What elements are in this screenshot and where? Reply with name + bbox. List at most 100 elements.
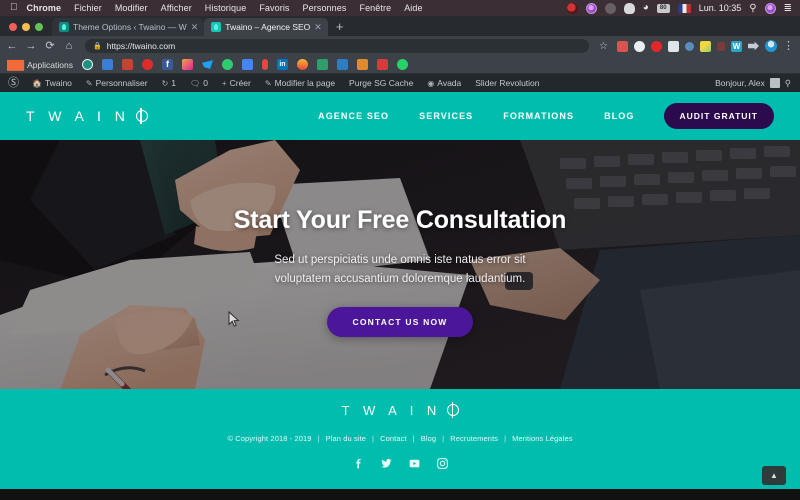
instagram-bookmark-icon[interactable] [181,59,193,70]
browser-tab-twaino[interactable]: Twaino – Agence SEO ✕ [204,18,328,36]
wpbar-item-avada[interactable]: ◉ Avada [420,78,468,88]
forward-icon[interactable]: → [25,40,37,52]
bookmark-applications[interactable]: ███ Applications [7,60,73,70]
separator: | [317,434,320,443]
siri-icon[interactable] [764,2,776,14]
footer-link-mentions-legales[interactable]: Mentions Légales [509,434,575,443]
wordpress-logo-icon[interactable]: Ⓢ [6,77,25,89]
youtube-icon[interactable] [408,457,421,470]
whatsapp-bookmark-icon[interactable] [396,59,408,70]
menu-item-aide[interactable]: Aide [404,3,422,13]
extension-icon-grid[interactable] [668,40,679,52]
menu-item-favoris[interactable]: Favoris [259,3,289,13]
new-tab-button[interactable]: + [328,20,344,36]
footer-link-contact[interactable]: Contact [377,434,410,443]
audit-gratuit-button[interactable]: AUDIT GRATUIT [663,103,774,129]
french-flag-icon[interactable] [677,3,691,13]
bookmark-icon-sheets[interactable] [316,59,328,70]
bookmark-icon-chart[interactable] [356,59,368,70]
menu-item-fenetre[interactable]: Fenêtre [359,3,391,13]
close-tab-icon[interactable]: ✕ [191,22,199,33]
twitter-icon[interactable] [380,457,393,470]
linkedin-bookmark-icon[interactable]: in [276,59,288,70]
minimize-window-button[interactable] [22,23,30,31]
close-window-button[interactable] [9,23,17,31]
menu-item-personnes[interactable]: Personnes [303,3,347,13]
twitter-bookmark-icon[interactable] [201,60,213,69]
instagram-icon[interactable] [436,457,449,470]
menu-item-historique[interactable]: Historique [205,3,247,13]
wpbar-item-personnaliser[interactable]: ✎ Personnaliser [79,78,155,88]
search-icon[interactable]: ⚲ [785,78,791,89]
greeting-label[interactable]: Bonjour, Alex [715,78,765,88]
back-icon[interactable]: ← [6,40,18,52]
pinterest-icon[interactable] [651,40,662,52]
bookmark-icon-pin[interactable] [261,59,268,70]
contact-us-now-button[interactable]: CONTACT US NOW [327,307,473,338]
extension-icon-cloud[interactable] [634,40,645,52]
bookmark-icon-trello[interactable] [336,59,348,70]
avatar[interactable] [769,78,780,88]
wpbar-item-creer[interactable]: + Créer [215,78,258,88]
scroll-to-top-button[interactable]: ▲ [762,466,786,485]
wpbar-item-twaino[interactable]: 🏠 Twaino [25,78,79,88]
battery-icon[interactable]: 80 [656,3,670,13]
bookmark-icon-news[interactable] [376,59,388,70]
screen-share-icon[interactable] [585,2,597,14]
search-icon[interactable]: ⚲ [749,3,756,14]
profile-avatar[interactable] [765,40,777,52]
maximize-window-button[interactable] [35,23,43,31]
wpbar-item-updates[interactable]: ↻ 1 [155,78,183,88]
wpbar-item-modifier-page[interactable]: ✎ Modifier la page [258,78,342,88]
facebook-icon[interactable] [352,457,365,470]
dropbox-icon[interactable] [623,2,635,14]
chrome-menu-icon[interactable]: ⋮ [783,40,794,52]
nav-link-formations[interactable]: FORMATIONS [488,111,589,121]
browser-tab-theme-options[interactable]: Theme Options ‹ Twaino — W ✕ [52,18,205,36]
url-text: https://twaino.com [106,41,176,51]
wpbar-item-purge-cache[interactable]: Purge SG Cache [342,78,420,88]
footer-logo[interactable]: T W A I N [342,402,460,418]
menu-item-afficher[interactable]: Afficher [161,3,192,13]
extension-icon-red[interactable] [617,40,628,52]
menu-item-fichier[interactable]: Fichier [74,3,102,13]
reload-icon[interactable]: ⟳ [44,40,56,52]
bookmark-star-icon[interactable]: ☆ [599,41,608,52]
record-icon[interactable] [566,2,578,14]
footer-link-recrutements[interactable]: Recrutements [447,434,501,443]
bookmark-icon-green[interactable] [221,59,233,70]
address-bar[interactable]: 🔒 https://twaino.com [85,39,590,53]
wifi-icon[interactable]: ◕ [643,3,649,13]
wpbar-item-slider-revolution[interactable]: Slider Revolution [468,78,546,88]
footer-link-blog[interactable]: Blog [418,434,439,443]
bookmark-icon-1[interactable] [81,59,93,70]
bookmark-icon-mail[interactable] [101,59,113,70]
extension-icon-blue[interactable] [685,41,694,51]
menu-item-modifier[interactable]: Modifier [115,3,148,13]
copyright-label: © Copyright 2018 - 2019 [227,434,312,443]
nav-link-services[interactable]: SERVICES [404,111,488,121]
bookmark-icon-flame[interactable] [296,59,308,70]
close-tab-icon[interactable]: ✕ [314,22,322,33]
extension-icon-highlighter[interactable] [700,40,711,52]
extension-icon-x[interactable] [717,41,725,51]
bookmark-icon-analytics[interactable] [241,59,253,70]
separator: | [372,434,375,443]
wappalyzer-icon[interactable]: W [731,40,742,52]
nav-link-agence-seo[interactable]: AGENCE SEO [303,111,404,121]
nav-link-blog[interactable]: BLOG [589,111,649,121]
facebook-bookmark-icon[interactable]: f [161,59,173,70]
control-center-icon[interactable]: ≣ [784,3,792,14]
menu-item-chrome[interactable]: Chrome [27,3,62,13]
bookmark-icon-printer[interactable] [121,59,133,70]
edit-icon: ✎ [264,78,272,88]
footer-link-plan-du-site[interactable]: Plan du site [323,434,369,443]
site-logo[interactable]: T W A I N [26,107,148,124]
apple-icon[interactable]:  [10,3,18,13]
bookmark-icon-red[interactable] [141,59,153,70]
wpbar-item-comments[interactable]: 🗨 0 [183,78,215,88]
camera-icon[interactable] [604,2,616,14]
clock-label[interactable]: Lun. 10:35 [699,3,742,13]
home-icon[interactable]: ⌂ [63,40,75,52]
extension-icon-arrow[interactable] [748,41,759,51]
